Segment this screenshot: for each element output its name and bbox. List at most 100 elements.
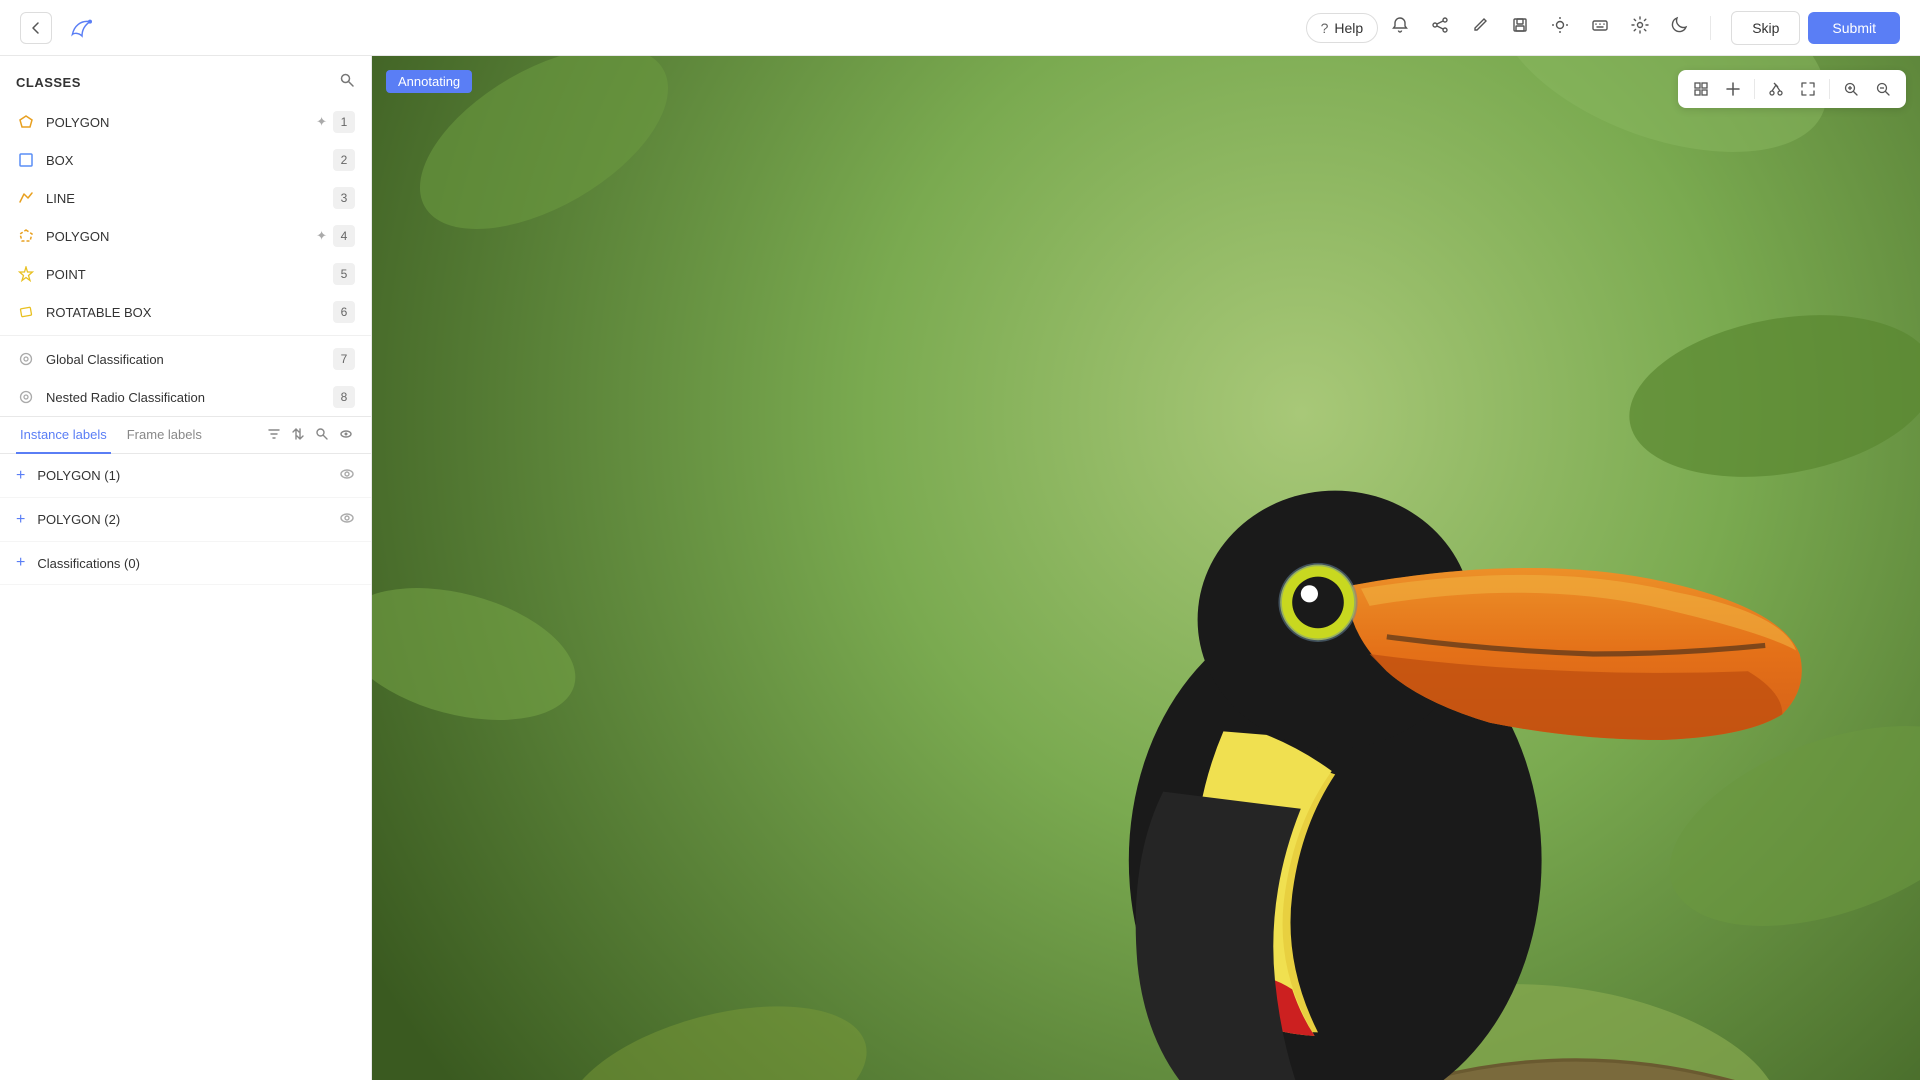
class-item[interactable]: Nested Radio Classification 8 [0,378,371,416]
visibility-button[interactable] [337,425,355,446]
expand-icon: + [16,467,25,485]
tab-frame-labels[interactable]: Frame labels [123,417,206,454]
zoom-in-button[interactable] [1836,74,1866,104]
help-button[interactable]: ? Help [1306,13,1379,43]
class-item[interactable]: POINT 5 [0,255,371,293]
class-name: Global Classification [46,352,333,367]
line-icon [16,188,36,208]
classes-header: Classes [0,56,371,103]
instance-name: Classifications (0) [37,556,355,571]
help-label: Help [1334,20,1363,36]
save-button[interactable] [1502,10,1538,46]
moon-button[interactable] [1662,10,1698,46]
class-name: POLYGON [46,229,316,244]
point-icon [16,264,36,284]
expand-tool-button[interactable] [1793,74,1823,104]
search-instances-button[interactable] [313,425,331,446]
pen-button[interactable] [1462,10,1498,46]
pen-icon [1471,16,1489,39]
class-item[interactable]: BOX 2 [0,141,371,179]
classes-search-button[interactable] [339,72,355,93]
main-content: Classes POLYGON ✦ 1 BOX 2 [0,56,1920,1080]
class-badge: 8 [333,386,355,408]
help-question-icon: ? [1321,20,1329,36]
class-list: POLYGON ✦ 1 BOX 2 LINE 3 [0,103,371,416]
skip-button[interactable]: Skip [1731,11,1800,45]
grid-tool-button[interactable] [1686,74,1716,104]
cut-tool-button[interactable] [1761,74,1791,104]
bell-button[interactable] [1382,10,1418,46]
list-item[interactable]: + POLYGON (2) [0,498,371,542]
canvas-toolbar [1678,70,1906,108]
instance-name: POLYGON (1) [37,468,339,483]
box-icon [16,150,36,170]
class-item[interactable]: ROTATABLE BOX 6 [0,293,371,331]
polygon-icon [16,226,36,246]
keyboard-button[interactable] [1582,10,1618,46]
keyboard-icon [1591,16,1609,39]
sidebar: Classes POLYGON ✦ 1 BOX 2 [0,56,372,1080]
annotating-badge: Annotating [386,70,472,93]
wand-icon: ✦ [316,228,327,244]
toolbar-divider [1754,79,1755,99]
moon-icon [1671,16,1689,39]
topbar-right: ? Help [1306,10,1900,46]
save-icon [1511,16,1529,39]
add-tool-button[interactable] [1718,74,1748,104]
class-name: LINE [46,191,333,206]
classes-title: Classes [16,75,81,90]
class-badge: 4 [333,225,355,247]
class-badge: 7 [333,348,355,370]
instance-list: + POLYGON (1) + POLYGON (2) + [0,454,371,1080]
filter-button[interactable] [265,425,283,446]
class-name: POLYGON [46,115,316,130]
class-item[interactable]: POLYGON ✦ 4 [0,217,371,255]
class-badge: 5 [333,263,355,285]
class-item[interactable]: Global Classification 7 [0,340,371,378]
instance-name: POLYGON (2) [37,512,339,527]
share-icon [1431,16,1449,39]
wand-icon: ✦ [316,114,327,130]
class-name: BOX [46,153,333,168]
sort-button[interactable] [289,425,307,446]
brightness-icon [1551,16,1569,39]
share-button[interactable] [1422,10,1458,46]
canvas-image [372,56,1920,1080]
brightness-button[interactable] [1542,10,1578,46]
polygon-icon [16,112,36,132]
instance-visibility-button[interactable] [339,466,355,485]
class-badge: 1 [333,111,355,133]
back-button[interactable] [20,12,52,44]
settings-icon [1631,16,1649,39]
classify-icon [16,349,36,369]
class-badge: 6 [333,301,355,323]
divider [1710,16,1711,40]
bell-icon [1391,16,1409,39]
class-item[interactable]: LINE 3 [0,179,371,217]
settings-button[interactable] [1622,10,1658,46]
submit-button[interactable]: Submit [1808,12,1900,44]
tab-icons [265,417,355,453]
topbar-left [20,10,100,46]
expand-icon: + [16,511,25,529]
canvas-background [372,56,1920,1080]
toolbar-divider [1829,79,1830,99]
class-item[interactable]: POLYGON ✦ 1 [0,103,371,141]
bottom-panel: Instance labels Frame labels [0,416,371,1080]
list-item[interactable]: + Classifications (0) [0,542,371,585]
rotatable-box-icon [16,302,36,322]
divider [0,335,371,336]
list-item[interactable]: + POLYGON (1) [0,454,371,498]
canvas-area: Annotating [372,56,1920,1080]
class-name: Nested Radio Classification [46,390,333,405]
expand-icon: + [16,554,25,572]
logo [64,10,100,46]
zoom-out-button[interactable] [1868,74,1898,104]
class-badge: 3 [333,187,355,209]
topbar: ? Help [0,0,1920,56]
tab-instance-labels[interactable]: Instance labels [16,417,111,454]
bottom-tabs: Instance labels Frame labels [0,417,371,454]
class-badge: 2 [333,149,355,171]
class-name: ROTATABLE BOX [46,305,333,320]
instance-visibility-button[interactable] [339,510,355,529]
